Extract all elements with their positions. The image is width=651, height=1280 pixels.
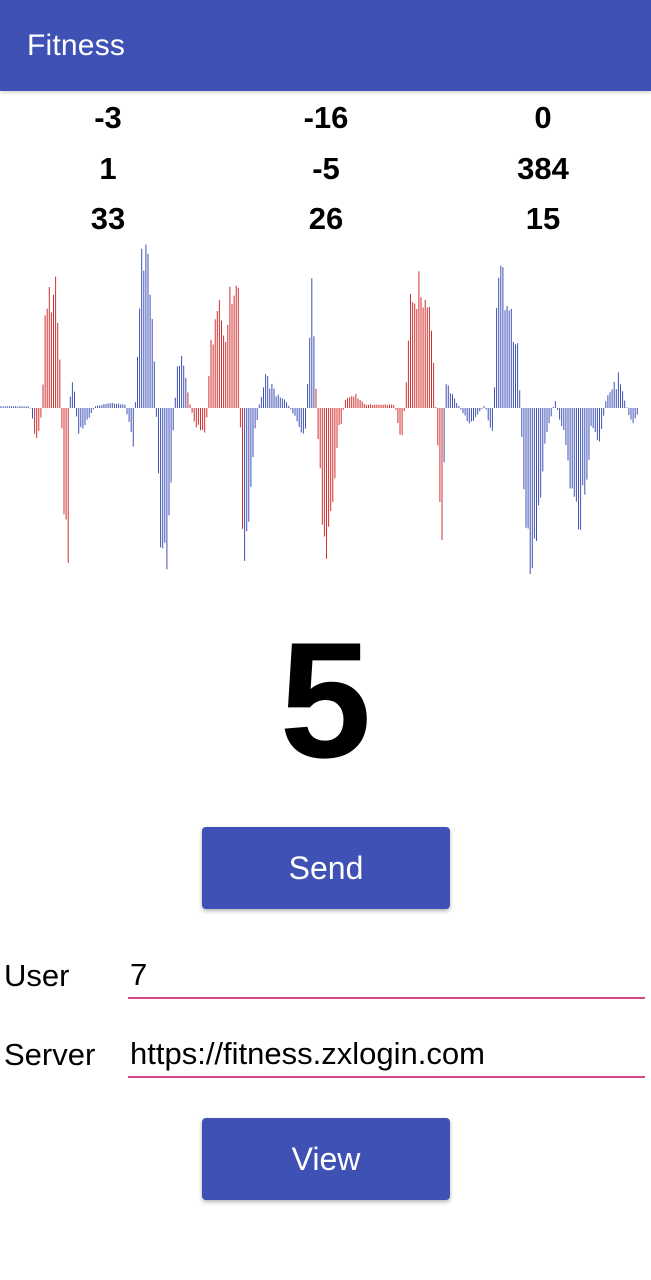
sensor-stats-grid: -3 -16 0 1 -5 384 33 26 15 <box>0 96 651 246</box>
stat-value: 384 <box>517 151 569 186</box>
stats-row-3: 33 26 15 <box>0 197 651 241</box>
rep-counter: 5 <box>279 608 372 792</box>
send-button[interactable]: Send <box>202 827 450 909</box>
stat-value: 15 <box>525 201 561 236</box>
user-label: User <box>4 958 70 993</box>
server-url-input[interactable] <box>128 1032 645 1078</box>
stat-value: 33 <box>90 201 126 236</box>
stat-value: 26 <box>308 201 344 236</box>
user-input[interactable] <box>128 953 645 999</box>
stat-value: 1 <box>99 151 117 186</box>
server-label: Server <box>4 1037 96 1072</box>
accelerometer-waveform-chart <box>0 244 638 574</box>
app-bar: Fitness <box>0 0 651 91</box>
stat-value: -5 <box>312 151 340 186</box>
view-button[interactable]: View <box>202 1118 450 1200</box>
stats-row-2: 1 -5 384 <box>0 147 651 191</box>
app-title: Fitness <box>27 28 126 62</box>
stat-value: -3 <box>94 100 122 135</box>
stats-row-1: -3 -16 0 <box>0 96 651 140</box>
stat-value: -16 <box>303 100 349 135</box>
stat-value: 0 <box>534 100 552 135</box>
